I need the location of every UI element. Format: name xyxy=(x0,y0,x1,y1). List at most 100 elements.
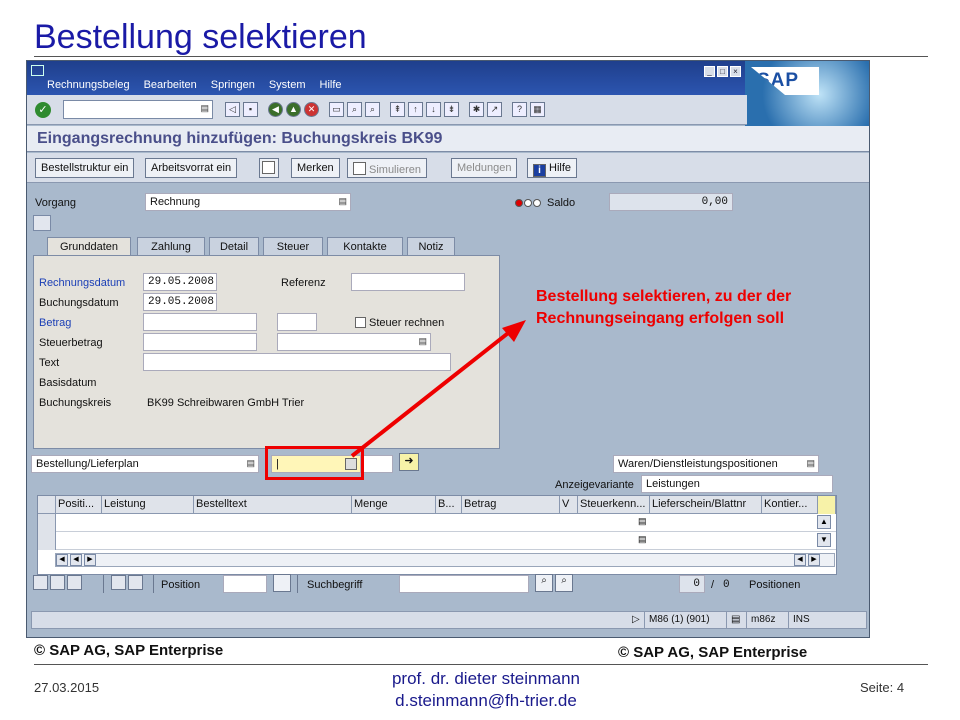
tab-notiz[interactable]: Notiz xyxy=(407,237,455,255)
anzeigevariante-input[interactable]: Leistungen xyxy=(641,475,833,493)
column-settings-icon[interactable] xyxy=(818,496,836,514)
dropdown-icon[interactable]: ▤ xyxy=(638,534,647,545)
shortcut-icon[interactable]: ↗ xyxy=(487,102,502,117)
row-selector[interactable] xyxy=(38,514,56,532)
status-expand-icon[interactable]: ▷ xyxy=(628,612,644,628)
help-icon[interactable]: ? xyxy=(512,102,527,117)
scroll-left-end-icon[interactable]: ◀ xyxy=(794,554,806,566)
layout-menu-icon[interactable]: ▦ xyxy=(530,102,545,117)
sort-icon[interactable] xyxy=(111,575,126,590)
scroll-down-icon[interactable]: ▼ xyxy=(817,533,831,547)
table-vertical-scrollbar[interactable]: ▲ ▼ xyxy=(817,515,835,551)
bestellstruktur-button[interactable]: Bestellstruktur ein xyxy=(35,158,135,178)
close-icon[interactable]: × xyxy=(730,66,741,77)
filter-icon[interactable] xyxy=(128,575,143,590)
scroll-first-icon[interactable]: ◀ xyxy=(56,554,68,566)
select-all-icon[interactable] xyxy=(33,575,48,590)
column-bestelltext[interactable]: Bestelltext xyxy=(194,496,352,514)
previous-page-icon[interactable]: ↑ xyxy=(408,102,423,117)
tab-kontakte[interactable]: Kontakte xyxy=(327,237,403,255)
betrag-input[interactable] xyxy=(143,313,257,331)
dropdown-icon[interactable]: ▤ xyxy=(200,103,209,114)
column-position[interactable]: Positi... xyxy=(56,496,102,514)
minimize-icon[interactable]: _ xyxy=(704,66,715,77)
find-icon[interactable]: ⌕ xyxy=(347,102,362,117)
positionen-type-select[interactable]: Waren/Dienstleistungspositionen ▤ xyxy=(613,455,819,473)
deselect-all-icon[interactable] xyxy=(50,575,65,590)
buchungsdatum-input[interactable]: 29.05.2008 xyxy=(143,293,217,311)
find-next-icon[interactable]: ⌕ xyxy=(555,574,573,592)
meldungen-button[interactable]: Meldungen xyxy=(451,158,518,178)
transfer-arrow-button[interactable]: ➜ xyxy=(399,453,419,471)
first-page-icon[interactable]: ⇞ xyxy=(390,102,405,117)
tab-grunddaten[interactable]: Grunddaten xyxy=(47,237,131,256)
dropdown-icon[interactable]: ▤ xyxy=(338,196,347,207)
row-selector[interactable] xyxy=(38,532,56,550)
tab-steuer[interactable]: Steuer xyxy=(263,237,323,255)
merken-button[interactable]: Merken xyxy=(291,158,340,178)
cancel-icon[interactable]: ✕ xyxy=(304,102,319,117)
vorgang-select[interactable]: Rechnung ▤ xyxy=(145,193,351,211)
column-betrag[interactable]: Betrag xyxy=(462,496,560,514)
dropdown-icon[interactable]: ▤ xyxy=(246,458,255,469)
find-icon[interactable]: ⌕ xyxy=(535,574,553,592)
menu-hilfe[interactable]: Hilfe xyxy=(320,79,342,91)
tab-zahlung[interactable]: Zahlung xyxy=(137,237,205,255)
status-mode[interactable]: INS xyxy=(788,612,814,628)
select-all-cell[interactable] xyxy=(38,496,56,514)
last-page-icon[interactable]: ⇟ xyxy=(444,102,459,117)
command-field[interactable]: ▤ xyxy=(63,100,213,119)
suchbegriff-input[interactable] xyxy=(399,575,529,593)
dropdown-icon[interactable]: ▤ xyxy=(638,516,647,527)
steuerbetrag-input[interactable] xyxy=(143,333,257,351)
dropdown-icon[interactable]: ▤ xyxy=(806,458,815,469)
next-page-icon[interactable]: ↓ xyxy=(426,102,441,117)
waehrung-input[interactable] xyxy=(277,313,317,331)
menu-system[interactable]: System xyxy=(269,79,306,91)
position-input[interactable] xyxy=(223,575,267,593)
table-horizontal-scrollbar[interactable]: ◀ ◀ ▶ ◀ ▶ xyxy=(55,553,835,567)
dropdown-icon[interactable]: ▤ xyxy=(418,336,427,347)
scroll-right-end-icon[interactable]: ▶ xyxy=(808,554,820,566)
column-bestellmengeneinheit[interactable]: B... xyxy=(436,496,462,514)
bestellposition-input[interactable] xyxy=(363,455,393,473)
menu-bearbeiten[interactable]: Bearbeiten xyxy=(144,79,197,91)
rechnungsdatum-input[interactable]: 29.05.2008 xyxy=(143,273,217,291)
hilfe-button[interactable]: i Hilfe xyxy=(527,158,578,178)
steuer-rechnen-checkbox[interactable] xyxy=(355,317,366,328)
bestellung-type-select[interactable]: Bestellung/Lieferplan ▤ xyxy=(31,455,259,473)
column-leistung[interactable]: Leistung xyxy=(102,496,194,514)
table-row[interactable]: ▤ xyxy=(38,514,836,532)
enter-check-icon[interactable]: ✓ xyxy=(35,102,51,118)
scroll-left-icon[interactable]: ◀ xyxy=(70,554,82,566)
table-row[interactable]: ▤ xyxy=(38,532,836,550)
hold-document-button[interactable] xyxy=(259,158,279,178)
exit-icon[interactable]: ▲ xyxy=(286,102,301,117)
print-icon[interactable]: ▭ xyxy=(329,102,344,117)
menu-rechnungsbeleg[interactable]: Rechnungsbeleg xyxy=(47,79,130,91)
position-go-button[interactable] xyxy=(273,574,291,592)
maximize-icon[interactable]: □ xyxy=(717,66,728,77)
back-icon[interactable]: ◀ xyxy=(268,102,283,117)
window-menu-icon[interactable] xyxy=(31,65,44,76)
tab-detail[interactable]: Detail xyxy=(209,237,259,255)
arbeitsvorrat-button[interactable]: Arbeitsvorrat ein xyxy=(145,158,238,178)
simulieren-button[interactable]: Simulieren xyxy=(347,158,427,178)
find-next-icon[interactable]: ⌕ xyxy=(365,102,380,117)
column-menge[interactable]: Menge xyxy=(352,496,436,514)
column-v[interactable]: V xyxy=(560,496,578,514)
scroll-up-icon[interactable]: ▲ xyxy=(817,515,831,529)
column-lieferschein[interactable]: Lieferschein/Blattnr xyxy=(650,496,762,514)
save-icon[interactable]: ▪ xyxy=(243,102,258,117)
collapse-header-button[interactable] xyxy=(33,215,51,231)
new-session-icon[interactable]: ✱ xyxy=(469,102,484,117)
menu-springen[interactable]: Springen xyxy=(211,79,255,91)
scroll-right-icon[interactable]: ▶ xyxy=(84,554,96,566)
column-kontierung[interactable]: Kontier... xyxy=(762,496,818,514)
steuerkennzeichen-select[interactable]: ▤ xyxy=(277,333,431,351)
refresh-icon[interactable] xyxy=(67,575,82,590)
column-steuerkennzeichen[interactable]: Steuerkenn... xyxy=(578,496,650,514)
status-system-info-icon[interactable]: ▤ xyxy=(726,612,746,628)
arrow-left-icon[interactable]: ◁ xyxy=(225,102,240,117)
referenz-input[interactable] xyxy=(351,273,465,291)
